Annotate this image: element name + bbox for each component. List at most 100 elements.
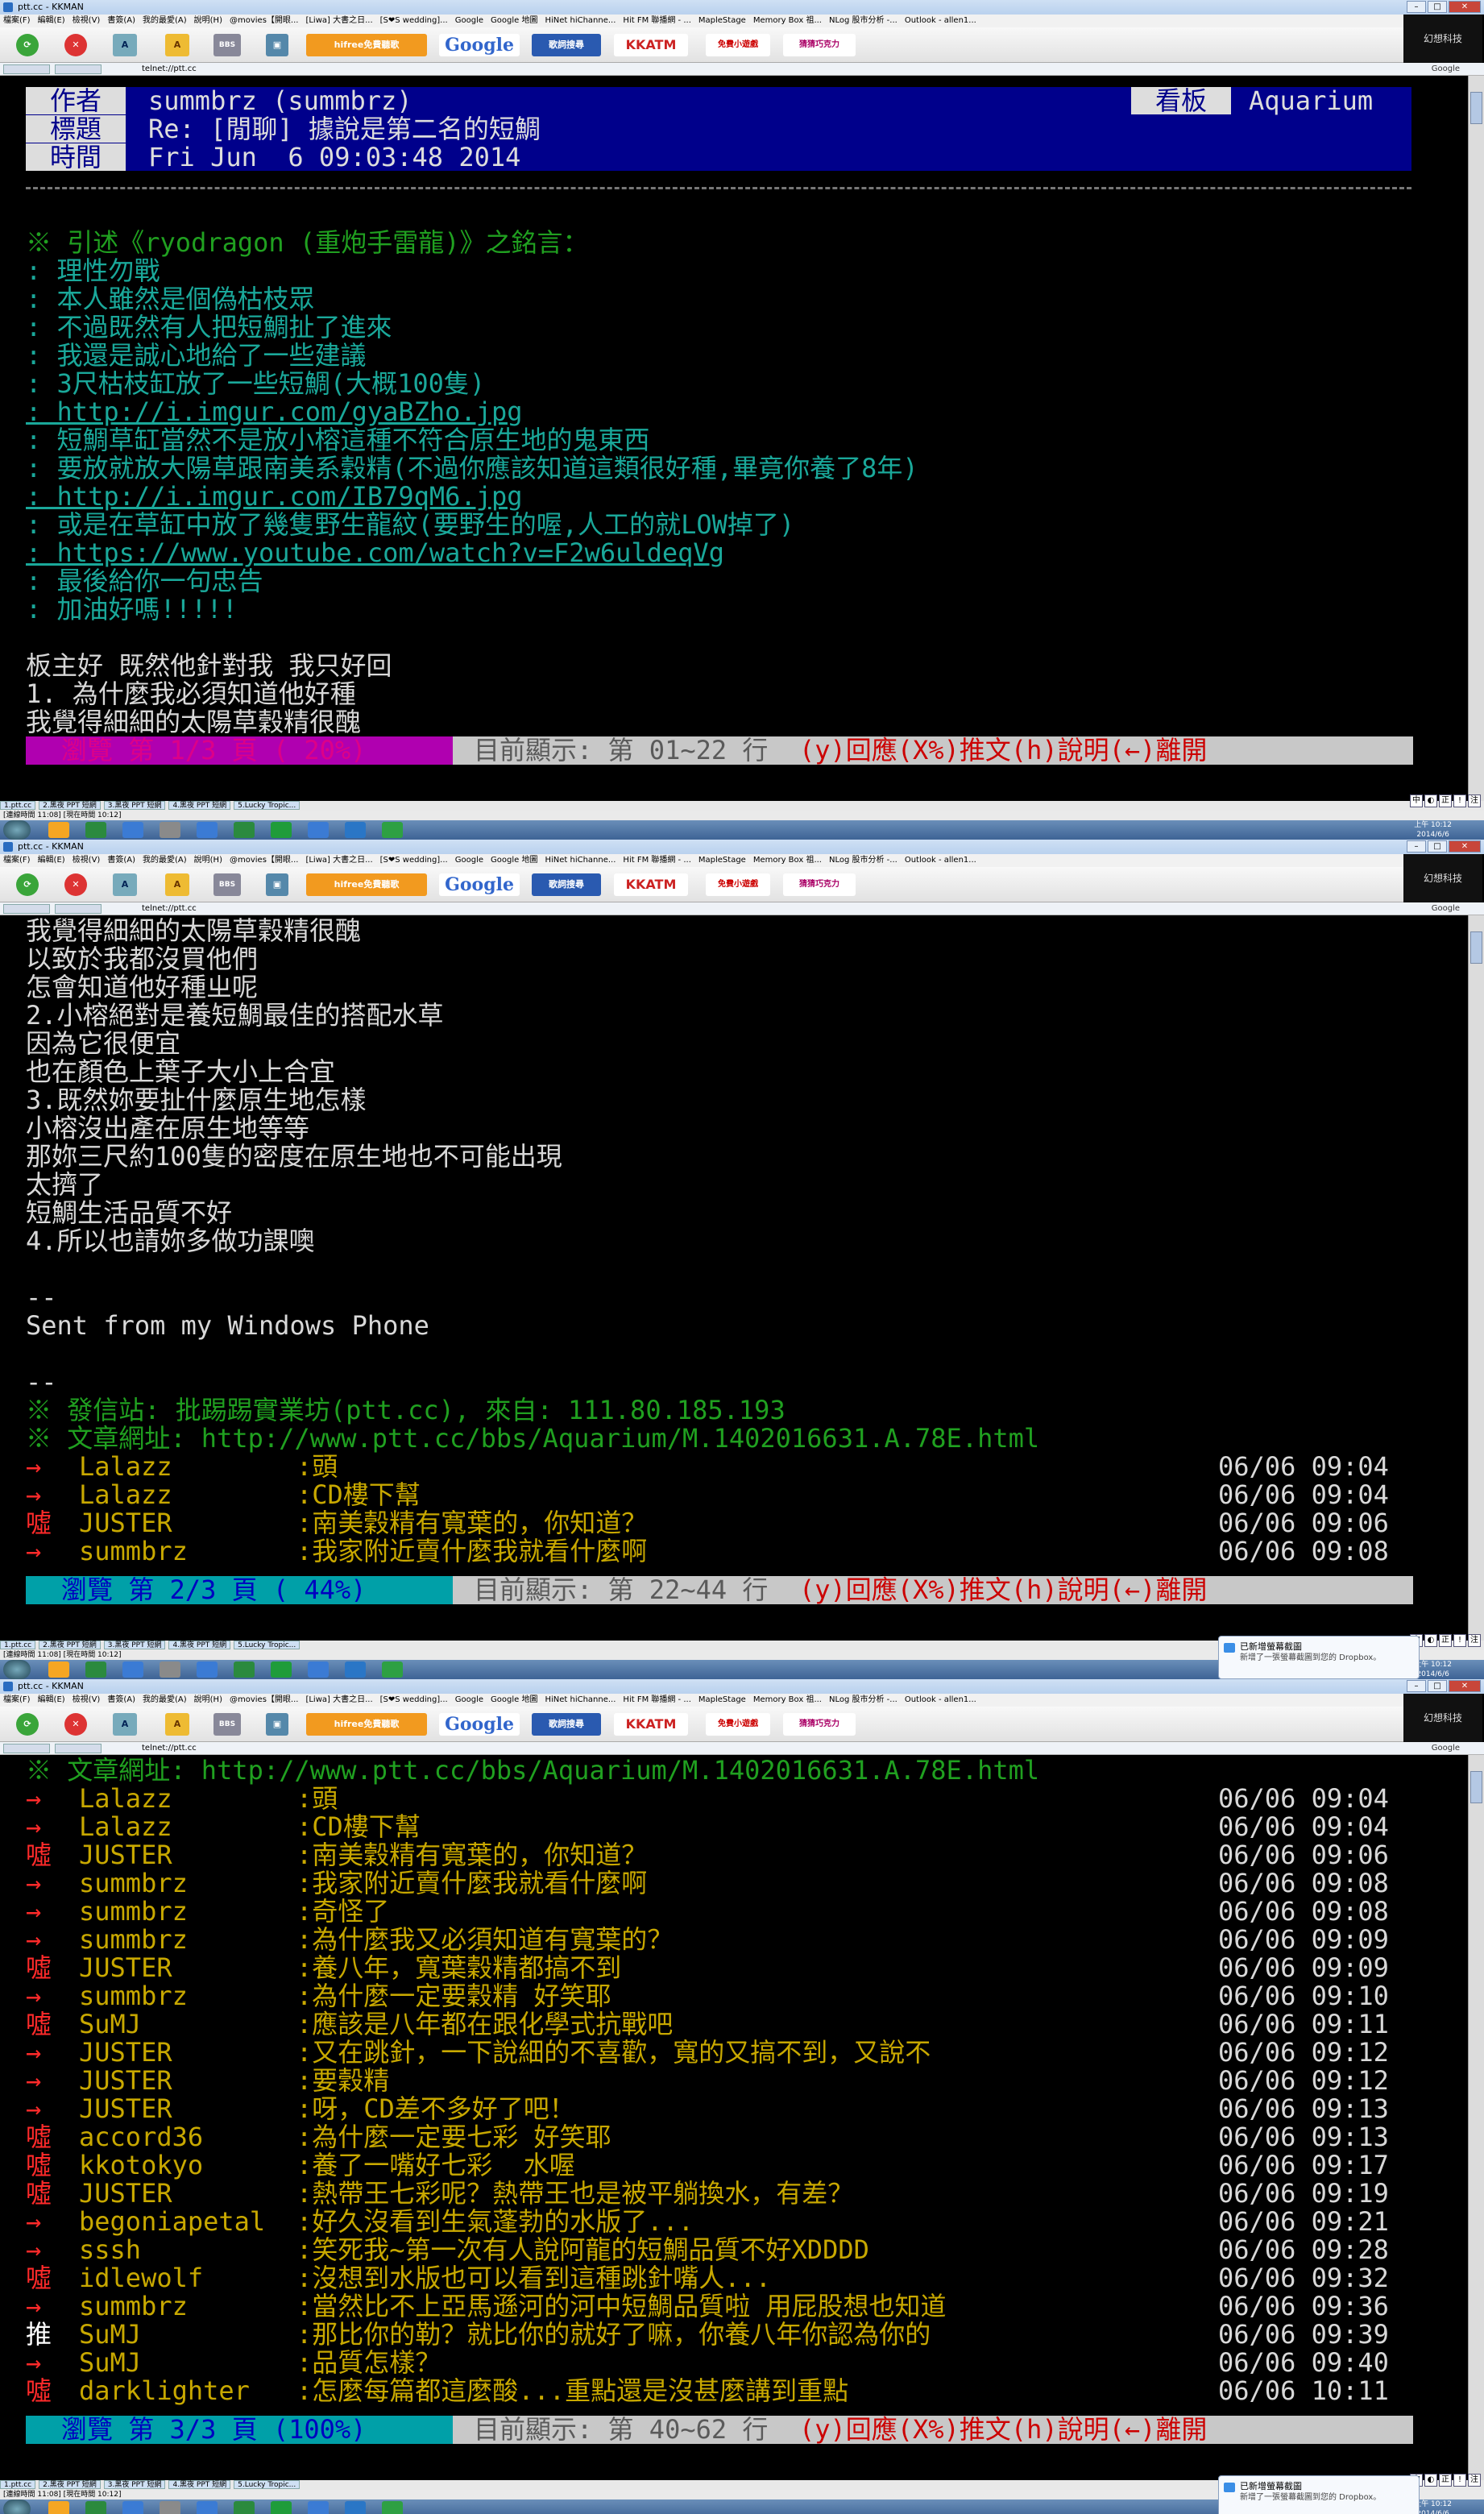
taskbar-app-icon[interactable]: [197, 822, 218, 838]
tab[interactable]: 2.黑夜 PPT 短網: [39, 2480, 101, 2489]
tab[interactable]: 4.黑夜 PPT 短網: [168, 1641, 231, 1649]
tab[interactable]: 5.Lucky Tropic...: [234, 1641, 301, 1649]
nav-widget[interactable]: [55, 1744, 102, 1753]
ime-icon[interactable]: 正: [1439, 1634, 1452, 1647]
menu-item[interactable]: [Liwa] 大書之日...: [305, 856, 372, 865]
taskbar-app-icon[interactable]: [122, 1661, 143, 1678]
menu-item[interactable]: Google: [455, 16, 483, 25]
menu-item[interactable]: 檢視(V): [73, 1695, 101, 1704]
tab[interactable]: 1.ptt.cc: [0, 2480, 36, 2489]
menu-item[interactable]: 編輯(E): [38, 16, 65, 25]
address-text[interactable]: telnet://ptt.cc: [142, 904, 197, 913]
scrollbar[interactable]: [1468, 915, 1484, 1641]
taskbar-app-icon[interactable]: [382, 822, 403, 838]
taskbar-app-icon[interactable]: [234, 822, 255, 838]
menu-item[interactable]: [S❤S wedding]...: [380, 1695, 448, 1704]
start-button[interactable]: [3, 1660, 31, 1679]
bbs-icon[interactable]: BBS: [213, 1713, 241, 1736]
taskbar-app-icon[interactable]: [382, 2501, 403, 2514]
stop-icon[interactable]: ✕: [64, 34, 87, 56]
menu-item[interactable]: 檢視(V): [73, 16, 101, 25]
taskbar-app-icon[interactable]: [382, 1661, 403, 1678]
refresh-icon[interactable]: ⟳: [16, 1713, 39, 1736]
taskbar-app-icon[interactable]: [160, 822, 180, 838]
menu-item[interactable]: 檢視(V): [73, 856, 101, 865]
google-search-label[interactable]: Google: [1432, 902, 1460, 915]
ime-icon[interactable]: ◐: [1424, 794, 1437, 807]
nav-widget[interactable]: [55, 904, 102, 914]
nav-widget[interactable]: [3, 1744, 50, 1753]
dropbox-notification[interactable]: 已新增螢幕截圖 新增了一張螢幕截圖到您的 Dropbox。: [1218, 2475, 1420, 2514]
menu-item[interactable]: 編輯(E): [38, 856, 65, 865]
scroll-thumb[interactable]: [1470, 92, 1482, 124]
taskbar-app-icon[interactable]: [308, 1661, 329, 1678]
menu-item[interactable]: Outlook - allen1...: [905, 1695, 976, 1704]
taskbar-app-icon[interactable]: [160, 2501, 180, 2514]
ime-icon[interactable]: 注: [1468, 2474, 1481, 2487]
quiz-button[interactable]: 猜猜巧克力: [783, 1713, 856, 1736]
taskbar-app-icon[interactable]: [85, 2501, 106, 2514]
scrollbar[interactable]: [1468, 76, 1484, 801]
font-size-icon[interactable]: A: [113, 873, 137, 896]
ime-icon[interactable]: 正: [1439, 2474, 1452, 2487]
google-button[interactable]: Google: [439, 873, 520, 896]
taskbar-app-icon[interactable]: [48, 822, 69, 838]
close-button[interactable]: ✕: [1449, 1, 1481, 13]
nav-widget[interactable]: [55, 64, 102, 74]
translate-icon[interactable]: A: [165, 873, 189, 896]
translate-icon[interactable]: A: [165, 1713, 189, 1736]
menu-item[interactable]: MapleStage: [698, 16, 746, 25]
ime-icon[interactable]: !: [1453, 1634, 1466, 1647]
menu-item[interactable]: HiNet hiChanne...: [545, 856, 616, 865]
menu-item[interactable]: NLog 股市分析 -...: [829, 16, 897, 25]
menu-item[interactable]: 我的最愛(A): [143, 1695, 187, 1704]
menu-item[interactable]: [Liwa] 大書之日...: [305, 16, 372, 25]
taskbar-app-icon[interactable]: [48, 2501, 69, 2514]
package-icon[interactable]: ▣: [266, 34, 288, 56]
free-game-button[interactable]: 免費小遊戲: [706, 873, 770, 896]
quote-link[interactable]: : http://i.imgur.com/gyaBZho.jpg: [26, 398, 523, 426]
menu-item[interactable]: HiNet hiChanne...: [545, 1695, 616, 1704]
quiz-button[interactable]: 猜猜巧克力: [783, 873, 856, 896]
taskbar-app-icon[interactable]: [271, 2501, 292, 2514]
menu-item[interactable]: Hit FM 聯播網 - ...: [623, 856, 690, 865]
start-button[interactable]: [3, 2499, 31, 2514]
menu-item[interactable]: Memory Box 祖...: [753, 856, 822, 865]
address-text[interactable]: telnet://ptt.cc: [142, 1744, 197, 1753]
menu-item[interactable]: Memory Box 祖...: [753, 16, 822, 25]
menu-item[interactable]: Memory Box 祖...: [753, 1695, 822, 1704]
menu-item[interactable]: NLog 股市分析 -...: [829, 1695, 897, 1704]
menu-item[interactable]: 我的最愛(A): [143, 16, 187, 25]
menu-item[interactable]: Hit FM 聯播網 - ...: [623, 16, 690, 25]
menu-item[interactable]: [S❤S wedding]...: [380, 16, 448, 25]
quiz-button[interactable]: 猜猜巧克力: [783, 34, 856, 56]
hifree-button[interactable]: hifree免費聽歌: [306, 873, 427, 896]
ime-icon[interactable]: 注: [1468, 1634, 1481, 1647]
terminal[interactable]: 我覺得細細的太陽草穀精很醜 以致於我都沒買他們 怎會知道他好種ㄓ呢 2.小榕絕對是養短…: [0, 915, 1468, 1641]
minimize-button[interactable]: –: [1407, 1, 1426, 13]
taskbar-app-icon[interactable]: [308, 822, 329, 838]
menu-item[interactable]: Outlook - allen1...: [905, 16, 976, 25]
taskbar-app-icon[interactable]: [160, 1661, 180, 1678]
dropbox-notification[interactable]: 已新增螢幕截圖 新增了一張螢幕截圖到您的 Dropbox。: [1218, 1636, 1420, 1679]
menu-item[interactable]: HiNet hiChanne...: [545, 16, 616, 25]
menu-item[interactable]: Outlook - allen1...: [905, 856, 976, 865]
nav-widget[interactable]: [3, 904, 50, 914]
taskbar-app-icon[interactable]: [122, 822, 143, 838]
taskbar-app-icon[interactable]: [85, 822, 106, 838]
terminal[interactable]: ※ 文章網址: http://www.ptt.cc/bbs/Aquarium/M…: [0, 1755, 1468, 2480]
minimize-button[interactable]: –: [1407, 1680, 1426, 1692]
package-icon[interactable]: ▣: [266, 1713, 288, 1736]
kkatm-button[interactable]: KKATM: [614, 34, 688, 56]
taskbar-app-icon[interactable]: [271, 1661, 292, 1678]
tab[interactable]: 1.ptt.cc: [0, 1641, 36, 1649]
quote-link[interactable]: : http://i.imgur.com/IB79qM6.jpg: [26, 483, 523, 511]
kkatm-button[interactable]: KKATM: [614, 873, 688, 896]
close-button[interactable]: ✕: [1449, 840, 1481, 853]
menu-item[interactable]: [Liwa] 大書之日...: [305, 1695, 372, 1704]
taskbar-app-icon[interactable]: [197, 1661, 218, 1678]
stop-icon[interactable]: ✕: [64, 1713, 87, 1736]
menu-item[interactable]: Google: [455, 1695, 483, 1704]
taskbar-app-icon[interactable]: [345, 1661, 366, 1678]
taskbar-app-icon[interactable]: [48, 1661, 69, 1678]
